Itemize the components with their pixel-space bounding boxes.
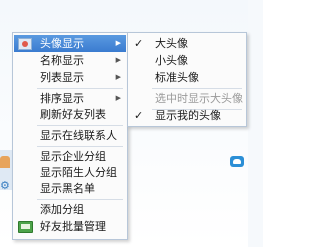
menu-item-add-group[interactable]: 添加分组 <box>14 201 126 218</box>
submenu-item-label: 显示我的头像 <box>155 109 221 122</box>
submenu-arrow-icon: ▶ <box>115 94 121 102</box>
submenu-item-label: 选中时显示大头像 <box>155 92 243 105</box>
menu-separator <box>37 88 123 89</box>
menu-item-label: 好友批量管理 <box>40 220 106 233</box>
check-icon: ✓ <box>134 109 144 122</box>
context-menu: 头像显示 ▶ 名称显示 ▶ 列表显示 ▶ 排序显示 ▶ 刷新好友列表 显示在线联… <box>12 32 128 240</box>
menu-item-name-display[interactable]: 名称显示 ▶ <box>14 52 126 69</box>
submenu-item-label: 大头像 <box>155 37 188 50</box>
check-icon: ✓ <box>134 37 144 50</box>
menu-separator <box>152 88 242 89</box>
menu-item-label: 名称显示 <box>40 54 84 67</box>
menu-item-show-enterprise-group[interactable]: 显示企业分组 <box>14 148 126 165</box>
app-window-right-edge <box>248 0 263 247</box>
menu-item-label: 显示在线联系人 <box>40 129 117 142</box>
menu-item-label: 添加分组 <box>40 203 84 216</box>
submenu-item-standard-avatar[interactable]: 标准头像 <box>129 69 245 86</box>
menu-item-show-blacklist[interactable]: 显示黑名单 <box>14 180 126 197</box>
submenu-item-small-avatar[interactable]: 小头像 <box>129 52 245 69</box>
submenu-item-large-avatar[interactable]: ✓ 大头像 <box>129 35 245 52</box>
menu-item-label: 头像显示 <box>40 37 84 50</box>
cloud-icon[interactable] <box>230 156 244 167</box>
menu-item-label: 显示黑名单 <box>40 182 95 195</box>
menu-item-show-stranger-group[interactable]: 显示陌生人分组 <box>14 164 126 181</box>
submenu-item-label: 小头像 <box>155 54 188 67</box>
menu-item-label: 刷新好友列表 <box>40 108 106 121</box>
menu-item-refresh-friends[interactable]: 刷新好友列表 <box>14 106 126 123</box>
menu-separator <box>37 125 123 126</box>
menu-item-batch-manage[interactable]: 好友批量管理 <box>14 218 126 235</box>
submenu-item-label: 标准头像 <box>155 71 199 84</box>
submenu-arrow-icon: ▶ <box>115 56 121 64</box>
menu-item-sort-display[interactable]: 排序显示 ▶ <box>14 90 126 107</box>
menu-item-label: 显示陌生人分组 <box>40 166 117 179</box>
submenu-arrow-icon: ▶ <box>115 39 121 47</box>
menu-item-avatar-display[interactable]: 头像显示 ▶ <box>14 35 126 52</box>
menu-item-label: 列表显示 <box>40 71 84 84</box>
menu-item-label: 排序显示 <box>40 92 84 105</box>
menu-item-show-online[interactable]: 显示在线联系人 <box>14 127 126 144</box>
menu-item-label: 显示企业分组 <box>40 150 106 163</box>
submenu-item-show-my-avatar[interactable]: ✓ 显示我的头像 <box>129 107 245 124</box>
menu-separator <box>37 146 123 147</box>
batch-manage-icon <box>18 221 33 233</box>
menu-separator <box>37 199 123 200</box>
submenu-item-large-when-selected: 选中时显示大头像 <box>129 90 245 107</box>
avatar-display-submenu: ✓ 大头像 小头像 标准头像 选中时显示大头像 ✓ 显示我的头像 <box>127 32 247 127</box>
avatar-display-icon <box>18 38 32 50</box>
submenu-arrow-icon: ▶ <box>115 73 121 81</box>
contact-avatar-icon[interactable] <box>0 156 10 168</box>
menu-item-list-display[interactable]: 列表显示 ▶ <box>14 69 126 86</box>
gear-icon[interactable]: ⚙ <box>0 180 10 191</box>
